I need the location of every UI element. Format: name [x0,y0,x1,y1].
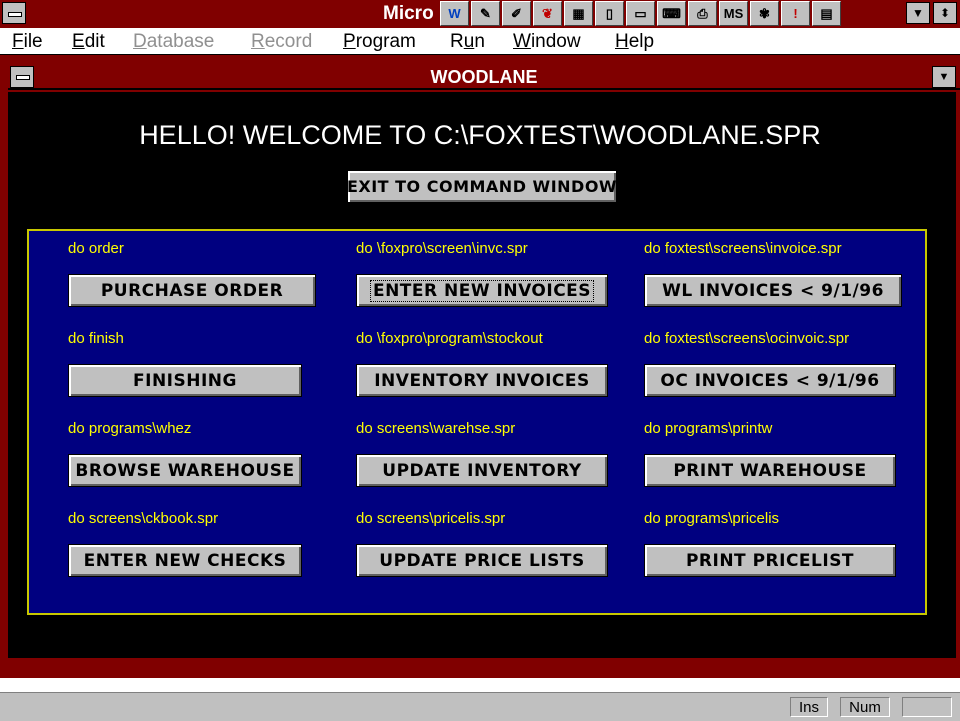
command-hint: do screens\ckbook.spr [68,510,219,527]
control-menu-icon [16,75,30,80]
menu-label-part: elp [628,31,655,52]
print-pricelist-button[interactable]: PRINT PRICELIST [644,544,896,577]
enter-new-checks-button[interactable]: ENTER NEW CHECKS [68,544,302,577]
command-hint: do finish [68,330,124,347]
menu-database[interactable]: Database [133,31,214,53]
num-indicator: Num [840,697,890,717]
menu-program[interactable]: Program [343,31,416,53]
restore-icon: ⬍ [939,6,951,20]
purchase-order-button[interactable]: PURCHASE ORDER [68,274,316,307]
keyboard-icon[interactable]: ⌨ [657,1,686,26]
wl-invoices-9-1-96-button[interactable]: WL INVOICES < 9/1/96 [644,274,902,307]
window-maximize-button[interactable]: ▼ [932,66,956,88]
menu-accelerator: R [251,31,265,52]
command-hint: do order [68,240,124,257]
system-menu-icon [8,12,22,17]
menu-accelerator: F [12,31,24,52]
chart-icon[interactable]: ▤ [812,1,841,26]
chevron-down-icon: ▼ [938,71,950,83]
minimize-button[interactable]: ▼ [906,2,930,24]
app-title: Micro [383,3,434,24]
restore-button[interactable]: ⬍ [933,2,957,24]
inventory-invoices-button[interactable]: INVENTORY INVOICES [356,364,608,397]
command-hint: do foxtest\screens\invoice.spr [644,240,842,257]
command-hint: do foxtest\screens\ocinvoic.spr [644,330,850,347]
window-title: WOODLANE [430,67,538,87]
status-bar: Ins Num [0,692,960,721]
terminal-icon[interactable]: ▭ [626,1,655,26]
button-label: PURCHASE ORDER [100,280,284,301]
command-hint: do \foxpro\screen\invc.spr [356,240,528,257]
calculator-icon[interactable]: ▦ [564,1,593,26]
paint-icon[interactable]: ✐ [502,1,531,26]
menu-help[interactable]: Help [615,31,654,53]
status-slot [902,697,952,717]
tools-icon[interactable]: ✎ [471,1,500,26]
menu-accelerator: E [72,31,85,52]
menu-label-part: ecord [264,31,313,52]
menu-label-part: atabase [146,31,215,52]
menu-window[interactable]: Window [513,31,581,53]
browse-warehouse-button[interactable]: BROWSE WAREHOUSE [68,454,302,487]
button-label: FINISHING [133,370,237,391]
alert-icon[interactable]: ! [781,1,810,26]
exit-to-command-window-button[interactable]: EXIT TO COMMAND WINDOW [347,170,617,203]
menu-label-part: dit [84,31,105,52]
button-label: WL INVOICES < 9/1/96 [662,280,884,301]
ins-indicator: Ins [790,697,828,717]
menu-accelerator: P [343,31,356,52]
command-hint: do screens\pricelis.spr [356,510,506,527]
button-label: BROWSE WAREHOUSE [75,460,295,481]
update-price-lists-button[interactable]: UPDATE PRICE LISTS [356,544,608,577]
command-hint: do screens\warehse.spr [356,420,516,437]
command-hint: do \foxpro\program\stockout [356,330,543,347]
command-hint: do programs\printw [644,420,773,437]
menu-record[interactable]: Record [251,31,312,53]
menu-label-part: n [474,31,485,52]
menu-accelerator: D [133,31,147,52]
button-label: OC INVOICES < 9/1/96 [660,370,880,391]
welcome-message: HELLO! WELCOME TO C:\FOXTEST\WOODLANE.SP… [139,120,821,150]
oc-invoices-9-1-96-button[interactable]: OC INVOICES < 9/1/96 [644,364,896,397]
button-label: UPDATE PRICE LISTS [379,550,585,571]
system-menu-button[interactable] [2,2,26,24]
menu-edit[interactable]: Edit [72,31,105,53]
toolbar: W ✎ ✐ ❦ ▦ ▯ ▭ ⌨ ⎙ MS ✾! ▤ [440,1,841,27]
command-hint: do programs\pricelis [644,510,780,527]
button-label: INVENTORY INVOICES [374,370,590,391]
finishing-button[interactable]: FINISHING [68,364,302,397]
button-label: ENTER NEW CHECKS [83,550,287,571]
menu-accelerator: u [463,31,475,52]
button-label: PRINT WAREHOUSE [673,460,867,481]
notebook-icon[interactable]: ▯ [595,1,624,26]
app-title-bar: Micro W ✎ ✐ ❦ ▦ ▯ ▭ ⌨ ⎙ MS ✾! ▤ ▼ ⬍ [0,0,960,28]
menu-label-part: indow [530,31,581,52]
write-icon[interactable]: W [440,1,469,26]
button-label: UPDATE INVENTORY [382,460,582,481]
butterfly-icon[interactable]: ❦ [533,1,562,26]
print-warehouse-button[interactable]: PRINT WAREHOUSE [644,454,896,487]
command-hint: do programs\whez [68,420,192,437]
window-title-bar[interactable]: WOODLANE [8,66,960,90]
menu-accelerator: W [513,31,531,52]
window-control-menu-button[interactable] [10,66,34,88]
menu-bar: File Edit Database Record Program Run Window He… [0,28,960,55]
puzzle-icon[interactable]: ✾ [750,1,779,26]
menu-label-part: ile [23,31,43,52]
menu-label-part: rogram [355,31,416,52]
button-label: PRINT PRICELIST [685,550,855,571]
button-label: ENTER NEW INVOICES [369,279,595,302]
printer-icon[interactable]: ⎙ [688,1,717,26]
minimize-icon: ▼ [912,6,924,20]
menu-run[interactable]: Run [450,31,485,53]
menu-file[interactable]: File [12,31,43,53]
enter-new-invoices-button[interactable]: ENTER NEW INVOICES [356,274,608,307]
update-inventory-button[interactable]: UPDATE INVENTORY [356,454,608,487]
msdos-icon[interactable]: MS [719,1,748,26]
menu-accelerator: H [615,31,629,52]
menu-label-part: R [450,31,464,52]
